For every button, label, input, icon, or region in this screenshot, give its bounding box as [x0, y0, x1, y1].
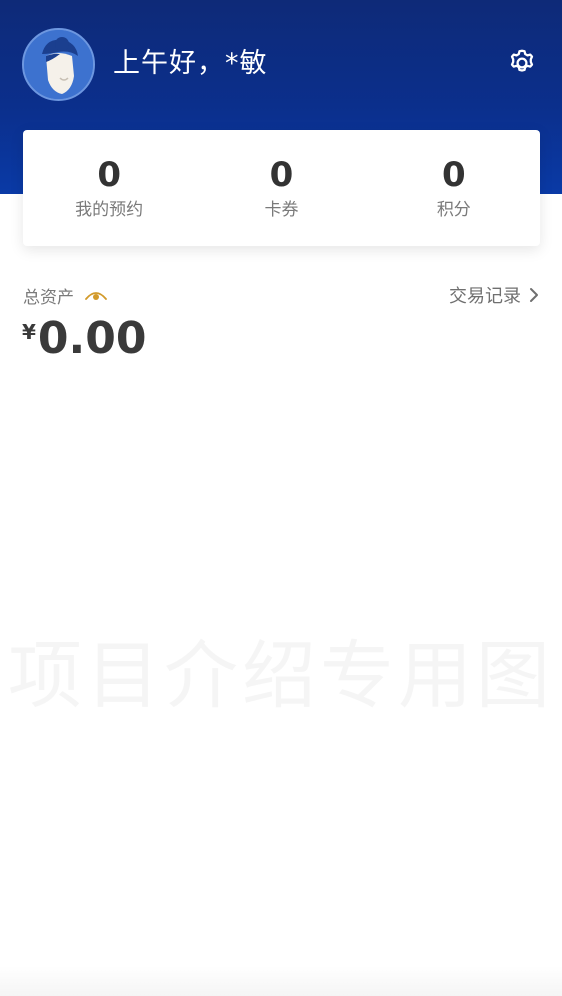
greeting-text: 上午好，*敏 — [113, 48, 268, 79]
avatar-icon — [24, 30, 93, 99]
eye-icon[interactable] — [84, 287, 108, 303]
stat-points[interactable]: 0 积分 — [368, 130, 540, 246]
stat-label: 积分 — [436, 200, 471, 220]
stat-value: 0 — [97, 155, 121, 195]
watermark: 项目介绍专用图 — [8, 633, 554, 719]
transaction-history-label: 交易记录 — [449, 286, 521, 307]
chevron-right-icon — [529, 287, 541, 303]
currency-symbol: ¥ — [22, 320, 36, 344]
total-assets-amount: ¥ 0.00 — [22, 312, 146, 368]
stat-value: 0 — [269, 155, 294, 195]
stats-card: 0 我的预约 0 卡券 0 积分 — [23, 130, 540, 246]
total-assets-header: 总资产 — [23, 282, 108, 308]
bottom-edge — [0, 966, 562, 996]
transaction-history-link[interactable]: 交易记录 — [449, 282, 541, 308]
stat-label: 卡券 — [264, 200, 299, 220]
stat-appointments[interactable]: 0 我的预约 — [23, 130, 195, 246]
stat-value: 0 — [441, 155, 466, 195]
total-assets-label: 总资产 — [23, 287, 74, 308]
stat-coupons[interactable]: 0 卡券 — [195, 130, 367, 246]
settings-button[interactable] — [505, 46, 539, 80]
avatar[interactable] — [22, 28, 95, 101]
amount-value: 0.00 — [37, 313, 147, 364]
stat-label: 我的预约 — [75, 200, 144, 220]
gear-icon — [510, 49, 534, 72]
